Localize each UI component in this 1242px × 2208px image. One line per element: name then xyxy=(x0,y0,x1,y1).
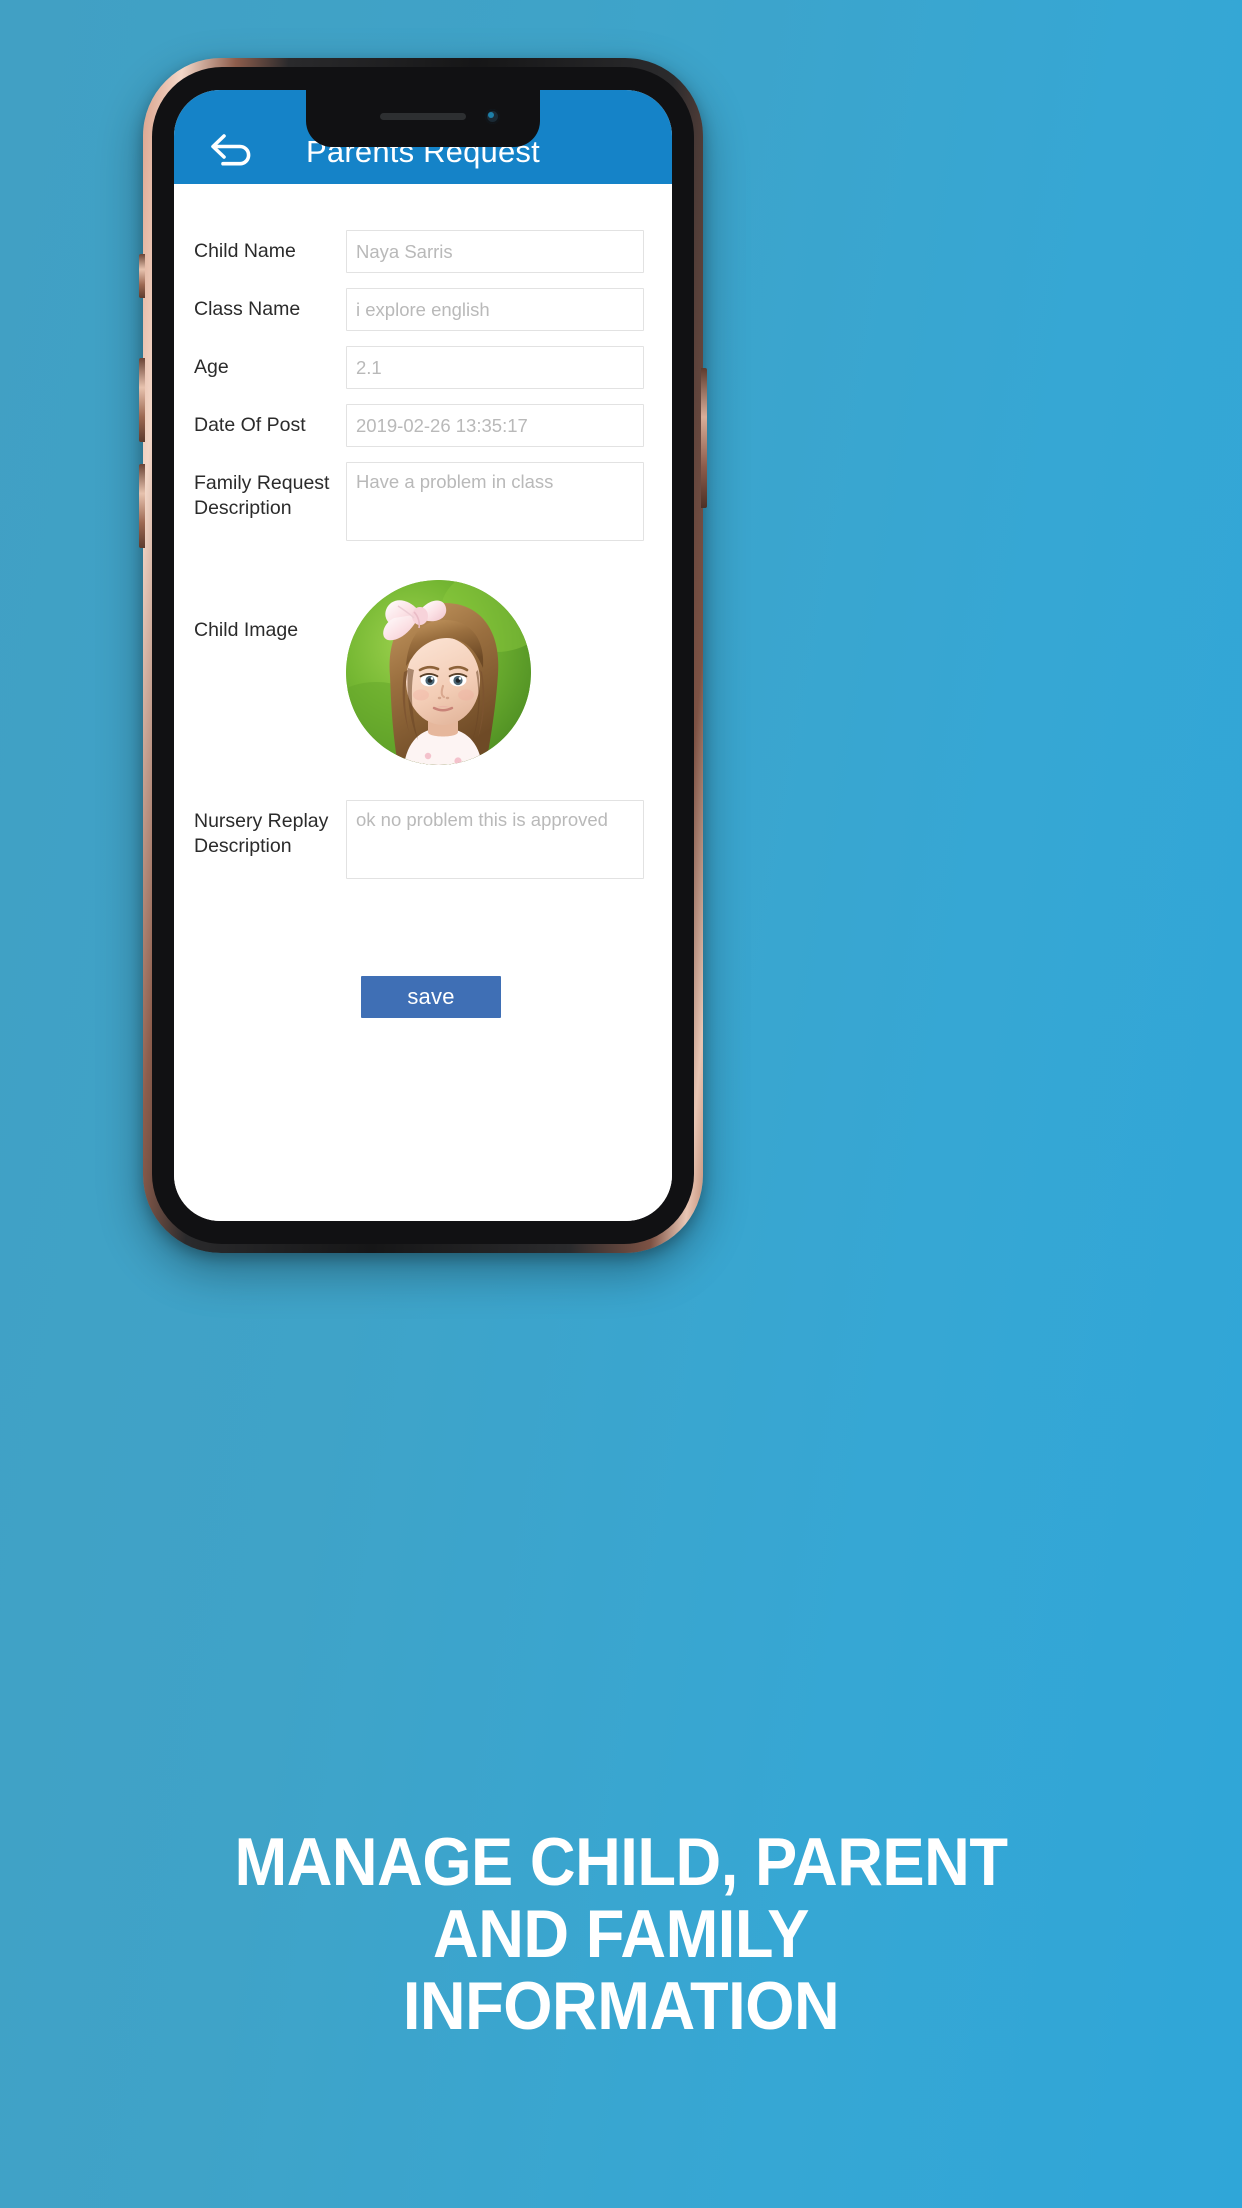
front-camera-icon xyxy=(485,109,500,124)
phone-power-button xyxy=(701,368,707,508)
label-age: Age xyxy=(194,356,229,378)
phone-volume-down-button xyxy=(139,464,145,548)
save-row: save xyxy=(174,976,672,1018)
form-row-nursery-replay: Nursery Replay Description xyxy=(174,800,672,884)
form-row-date-of-post: Date Of Post xyxy=(174,404,672,447)
form-row-family-request: Family Request Description xyxy=(174,462,672,546)
phone-mute-switch xyxy=(139,254,145,298)
form-row-class-name: Class Name xyxy=(174,288,672,331)
label-class-name: Class Name xyxy=(194,298,301,320)
date-of-post-input[interactable] xyxy=(346,404,644,447)
label-family-request-description: Family Request Description xyxy=(194,472,330,519)
label-date-of-post: Date Of Post xyxy=(194,414,306,436)
phone-volume-up-button xyxy=(139,358,145,442)
back-arrow-icon xyxy=(211,134,251,166)
caption-line-1: MANAGE CHILD, PARENT xyxy=(234,1824,1008,1900)
phone-notch xyxy=(306,90,540,147)
child-name-input[interactable] xyxy=(346,230,644,273)
back-button[interactable] xyxy=(206,126,260,174)
save-button[interactable]: save xyxy=(361,976,501,1018)
phone-screen: Parents Request Child Name Class Name Ag… xyxy=(174,90,672,1221)
caption-line-3: INFORMATION xyxy=(402,1968,840,2045)
label-child-name: Child Name xyxy=(194,240,296,262)
child-photo[interactable] xyxy=(346,580,531,765)
caption-line-2: AND FAMILY xyxy=(432,1896,809,1973)
age-input[interactable] xyxy=(346,346,644,389)
earpiece-speaker-icon xyxy=(380,113,466,120)
class-name-input[interactable] xyxy=(346,288,644,331)
child-photo-image xyxy=(346,580,531,765)
phone-mockup: Parents Request Child Name Class Name Ag… xyxy=(139,58,707,1253)
form-row-child-name: Child Name xyxy=(174,230,672,273)
promo-caption: MANAGE CHILD, PARENT AND FAMILY INFORMAT… xyxy=(43,1826,1198,2042)
family-request-description-textarea[interactable] xyxy=(346,462,644,541)
label-child-image: Child Image xyxy=(194,619,299,641)
form-row-age: Age xyxy=(174,346,672,389)
form-row-child-image: Child Image xyxy=(174,580,672,765)
nursery-replay-description-textarea[interactable] xyxy=(346,800,644,879)
label-nursery-replay-description: Nursery Replay Description xyxy=(194,810,329,857)
form-container: Child Name Class Name Age Date Of Post xyxy=(174,184,672,1221)
